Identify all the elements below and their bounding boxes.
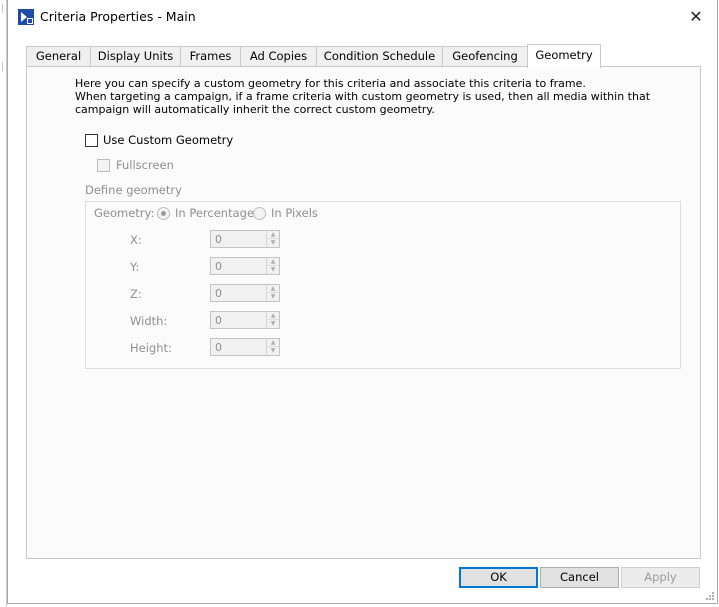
in-pixels-radio[interactable] xyxy=(253,207,266,220)
spin-up-icon[interactable]: ▲ xyxy=(267,258,279,266)
resize-grip-icon[interactable] xyxy=(705,591,715,601)
width-label: Width: xyxy=(130,314,168,328)
tab-frames[interactable]: Frames xyxy=(180,46,241,67)
spin-up-icon[interactable]: ▲ xyxy=(267,312,279,320)
tab-geometry[interactable]: Geometry xyxy=(527,44,601,68)
height-label: Height: xyxy=(130,341,172,355)
height-stepper[interactable]: 0 ▲ ▼ xyxy=(210,338,280,356)
tab-geofencing[interactable]: Geofencing xyxy=(442,46,528,67)
spin-down-icon[interactable]: ▼ xyxy=(267,320,279,328)
fullscreen-checkbox[interactable] xyxy=(97,159,110,172)
in-percentage-label: In Percentage xyxy=(175,206,255,220)
window-title: Criteria Properties - Main xyxy=(40,9,196,24)
app-icon xyxy=(18,9,34,25)
tab-general[interactable]: General xyxy=(26,46,91,67)
apply-button[interactable]: Apply xyxy=(621,567,700,588)
use-custom-geometry-label: Use Custom Geometry xyxy=(103,133,234,147)
geometry-tab-panel: Here you can specify a custom geometry f… xyxy=(26,66,701,559)
close-button[interactable]: ✕ xyxy=(685,7,707,27)
title-bar: Criteria Properties - Main ✕ xyxy=(8,0,717,34)
tab-ad-copies[interactable]: Ad Copies xyxy=(240,46,317,67)
use-custom-geometry-checkbox[interactable] xyxy=(85,134,98,147)
tab-display-units[interactable]: Display Units xyxy=(90,46,181,67)
spin-up-icon[interactable]: ▲ xyxy=(267,285,279,293)
fullscreen-label: Fullscreen xyxy=(116,158,174,172)
z-label: Z: xyxy=(130,287,142,301)
x-label: X: xyxy=(130,233,142,247)
spin-down-icon[interactable]: ▼ xyxy=(267,239,279,247)
z-stepper[interactable]: 0 ▲ ▼ xyxy=(210,284,280,302)
spin-up-icon[interactable]: ▲ xyxy=(267,339,279,347)
background-window-edge: | | xyxy=(0,0,7,607)
define-geometry-group: Geometry: In Percentage In Pixels X: 0 ▲… xyxy=(85,201,681,369)
cancel-button[interactable]: Cancel xyxy=(540,567,619,588)
spin-up-icon[interactable]: ▲ xyxy=(267,231,279,239)
y-label: Y: xyxy=(130,260,140,274)
spin-down-icon[interactable]: ▼ xyxy=(267,347,279,355)
x-stepper[interactable]: 0 ▲ ▼ xyxy=(210,230,280,248)
spin-down-icon[interactable]: ▼ xyxy=(267,266,279,274)
close-icon: ✕ xyxy=(689,7,703,26)
in-pixels-label: In Pixels xyxy=(271,206,318,220)
ok-button[interactable]: OK xyxy=(459,567,538,588)
spin-down-icon[interactable]: ▼ xyxy=(267,293,279,301)
tab-condition-schedule[interactable]: Condition Schedule xyxy=(316,46,443,67)
geometry-description: Here you can specify a custom geometry f… xyxy=(75,77,651,116)
width-stepper[interactable]: 0 ▲ ▼ xyxy=(210,311,280,329)
define-geometry-label: Define geometry xyxy=(85,183,182,197)
criteria-properties-dialog: Criteria Properties - Main ✕ General Dis… xyxy=(7,0,718,604)
geometry-label: Geometry: xyxy=(94,206,155,220)
in-percentage-radio[interactable] xyxy=(157,207,170,220)
y-stepper[interactable]: 0 ▲ ▼ xyxy=(210,257,280,275)
